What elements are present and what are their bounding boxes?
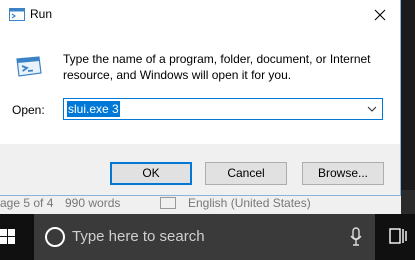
browse-button[interactable]: Browse... — [302, 162, 384, 185]
background-edge — [401, 190, 415, 214]
run-app-icon — [16, 56, 42, 77]
taskbar-search-box[interactable]: Type here to search — [34, 214, 375, 260]
dialog-footer: OK Cancel Browse... — [0, 144, 400, 195]
task-view-icon[interactable] — [389, 227, 407, 247]
proofing-icon — [160, 197, 176, 209]
cancel-button[interactable]: Cancel — [205, 162, 287, 185]
microphone-icon[interactable] — [349, 227, 363, 247]
title-bar[interactable]: Run — [0, 0, 400, 30]
status-word-count: 990 words — [65, 196, 121, 210]
dialog-title: Run — [30, 7, 53, 21]
search-icon — [45, 227, 65, 247]
status-language: English (United States) — [188, 196, 311, 210]
run-dialog: Run Type the name of a program, folder, … — [0, 0, 401, 196]
close-icon — [374, 9, 386, 21]
search-placeholder: Type here to search — [72, 228, 205, 245]
dialog-body: Type the name of a program, folder, docu… — [0, 30, 400, 144]
status-page-count: age 5 of 4 — [0, 196, 54, 210]
dialog-description: Type the name of a program, folder, docu… — [63, 52, 371, 82]
ok-button[interactable]: OK — [110, 162, 192, 185]
close-button[interactable] — [360, 0, 400, 30]
open-combobox[interactable]: slui.exe 3 — [63, 98, 383, 120]
dropdown-arrow-icon[interactable] — [366, 103, 378, 115]
start-button[interactable] — [0, 214, 34, 260]
taskbar: Type here to search — [0, 214, 415, 260]
open-label-text: Open: — [12, 103, 45, 117]
windows-start-icon — [0, 229, 15, 244]
open-label: Open: — [12, 103, 45, 117]
run-app-icon — [9, 8, 25, 21]
open-input-value[interactable]: slui.exe 3 — [67, 101, 120, 117]
